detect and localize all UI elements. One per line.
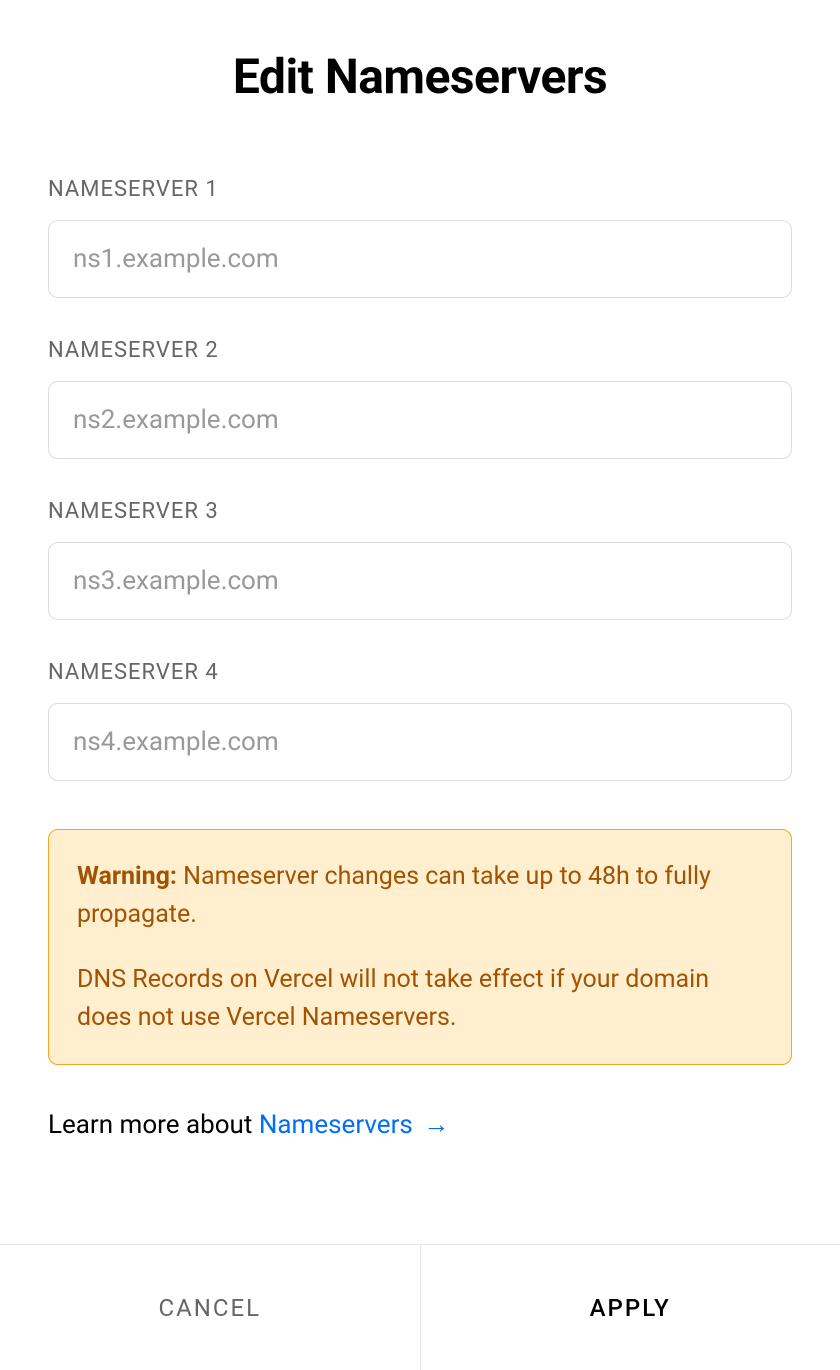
nameservers-link[interactable]: Nameservers → <box>259 1110 449 1140</box>
warning-paragraph-2: DNS Records on Vercel will not take effe… <box>77 961 763 1036</box>
modal-title: Edit Nameservers <box>48 48 792 105</box>
arrow-right-icon: → <box>423 1109 449 1140</box>
apply-button[interactable]: APPLY <box>421 1245 840 1370</box>
edit-nameservers-modal: Edit Nameservers NAMESERVER 1 NAMESERVER… <box>0 0 840 1370</box>
warning-label: Warning: <box>77 862 177 891</box>
modal-footer: CANCEL APPLY <box>0 1244 840 1370</box>
modal-content: Edit Nameservers NAMESERVER 1 NAMESERVER… <box>0 0 840 1244</box>
warning-paragraph-1: Warning: Nameserver changes can take up … <box>77 858 763 933</box>
nameserver-3-label: NAMESERVER 3 <box>48 499 792 524</box>
warning-text: Warning: Nameserver changes can take up … <box>77 858 763 1036</box>
nameserver-1-input[interactable] <box>48 220 792 298</box>
nameserver-2-group: NAMESERVER 2 <box>48 338 792 459</box>
nameserver-2-input[interactable] <box>48 381 792 459</box>
nameserver-2-label: NAMESERVER 2 <box>48 338 792 363</box>
nameserver-4-input[interactable] <box>48 703 792 781</box>
nameserver-4-label: NAMESERVER 4 <box>48 660 792 685</box>
warning-box: Warning: Nameserver changes can take up … <box>48 829 792 1065</box>
nameserver-3-input[interactable] <box>48 542 792 620</box>
learn-more-link-text: Nameservers <box>259 1110 413 1140</box>
learn-more-prefix: Learn more about <box>48 1110 259 1140</box>
nameserver-1-label: NAMESERVER 1 <box>48 177 792 202</box>
cancel-button[interactable]: CANCEL <box>0 1245 421 1370</box>
nameserver-4-group: NAMESERVER 4 <box>48 660 792 781</box>
nameserver-3-group: NAMESERVER 3 <box>48 499 792 620</box>
learn-more: Learn more about Nameservers → <box>48 1109 792 1140</box>
nameserver-1-group: NAMESERVER 1 <box>48 177 792 298</box>
